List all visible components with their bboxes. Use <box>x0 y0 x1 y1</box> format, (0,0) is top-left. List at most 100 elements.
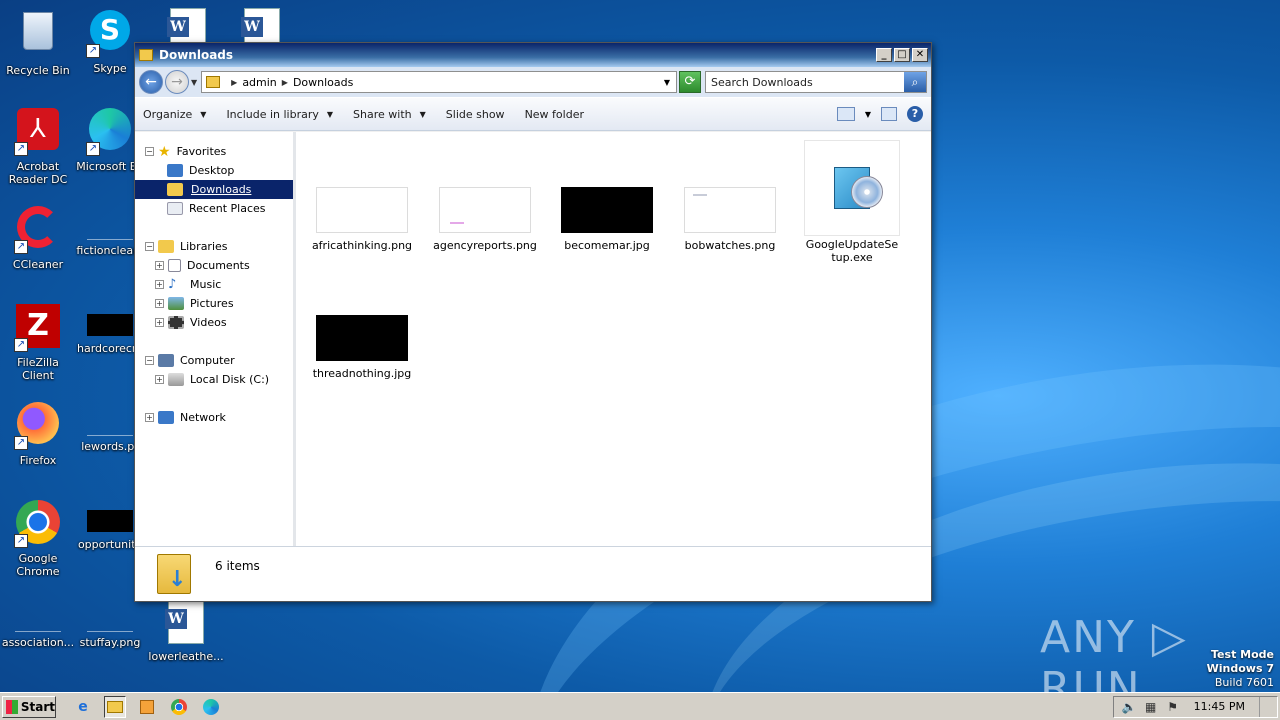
file-name: agencyreports.png <box>433 239 537 252</box>
image-thumbnail <box>87 608 133 632</box>
organize-menu[interactable]: Organize ▼ <box>143 108 206 121</box>
share-with-menu[interactable]: Share with ▼ <box>353 108 426 121</box>
nav-pictures[interactable]: + Pictures <box>135 294 293 313</box>
expand-icon[interactable]: + <box>155 375 164 384</box>
recent-pages-dropdown[interactable]: ▼ <box>191 78 197 87</box>
preview-pane-icon[interactable] <box>881 107 897 121</box>
action-center-flag-icon[interactable]: ⚑ <box>1166 700 1180 714</box>
help-icon[interactable]: ? <box>907 106 923 122</box>
details-pane: 6 items <box>135 546 931 601</box>
start-button[interactable]: Start <box>2 695 56 718</box>
show-desktop-button[interactable] <box>1259 696 1269 717</box>
file-item[interactable]: becomemar.jpg <box>551 187 663 252</box>
network-tray-icon[interactable]: ▦ <box>1144 700 1158 714</box>
libraries-icon <box>158 240 174 253</box>
volume-icon[interactable]: 🔈 <box>1122 700 1137 714</box>
view-dropdown-icon[interactable]: ▼ <box>865 110 871 119</box>
new-folder-button[interactable]: New folder <box>525 108 584 121</box>
collapse-icon[interactable]: − <box>145 356 154 365</box>
nav-recent-places[interactable]: Recent Places <box>135 199 293 218</box>
filezilla-icon: Z ↗ <box>14 304 62 352</box>
network-icon <box>158 411 174 424</box>
nav-computer[interactable]: − Computer <box>135 351 293 370</box>
image-thumbnail <box>684 187 776 233</box>
desktop-icon-filezilla[interactable]: Z ↗ FileZilla Client <box>0 302 76 382</box>
downloads-folder-icon <box>157 554 191 594</box>
file-item[interactable]: agencyreports.png <box>429 187 541 252</box>
include-in-library-menu[interactable]: Include in library ▼ <box>226 108 333 121</box>
search-icon[interactable]: ⌕ <box>904 72 926 92</box>
desktop-icon-firefox[interactable]: ↗ Firefox <box>0 400 76 467</box>
breadcrumb-admin[interactable]: admin <box>242 76 276 89</box>
file-name: becomemar.jpg <box>564 239 650 252</box>
file-name: GoogleUpdateSetup.exe <box>805 238 899 264</box>
minimize-button[interactable]: _ <box>876 48 892 62</box>
desktop-icon-ccleaner[interactable]: ↗ CCleaner <box>0 204 76 271</box>
chevron-down-icon: ▼ <box>200 109 207 119</box>
word-document-icon: W <box>165 600 204 644</box>
nav-music[interactable]: + ♪ Music <box>135 275 293 294</box>
expand-icon[interactable]: + <box>155 299 164 308</box>
chrome-taskbar-icon[interactable] <box>168 696 190 718</box>
nav-downloads[interactable]: Downloads <box>135 180 293 199</box>
expand-icon[interactable]: + <box>155 280 164 289</box>
desktop-icon-chrome[interactable]: ↗ Google Chrome <box>0 498 76 578</box>
collapse-icon[interactable]: − <box>145 147 154 156</box>
address-row: ← → ▼ ▶ admin ▶ Downloads ▼ ⟳ Search Dow… <box>135 67 931 97</box>
media-player-icon[interactable] <box>136 696 158 718</box>
file-item[interactable]: GoogleUpdateSetup.exe <box>796 140 908 264</box>
maximize-button[interactable]: □ <box>894 48 910 62</box>
nav-favorites[interactable]: − ★ Favorites <box>135 142 293 161</box>
forward-button[interactable]: → <box>165 70 189 94</box>
organize-label: Organize <box>143 107 193 121</box>
shortcut-arrow-icon: ↗ <box>14 240 28 254</box>
chevron-down-icon: ▼ <box>326 109 334 119</box>
expand-icon[interactable]: + <box>155 261 164 270</box>
desktop-icon-recycle-bin[interactable]: Recycle Bin <box>0 8 76 77</box>
title-bar[interactable]: Downloads _ □ ✕ <box>135 43 931 67</box>
file-item[interactable]: bobwatches.png <box>674 187 786 252</box>
clock[interactable]: 11:45 PM <box>1194 700 1245 713</box>
start-label: Start <box>20 699 55 714</box>
system-tray: 🔈 ▦ ⚑ 11:45 PM <box>1112 695 1278 718</box>
desktop-icon-stuffay[interactable]: stuffay.png <box>72 596 148 649</box>
desktop-icon-acrobat[interactable]: ⅄ ↗ Acrobat Reader DC <box>0 106 76 186</box>
nav-videos[interactable]: + Videos <box>135 313 293 332</box>
back-button[interactable]: ← <box>139 70 163 94</box>
chevron-down-icon: ▼ <box>419 109 426 119</box>
nav-documents[interactable]: + Documents <box>135 256 293 275</box>
change-view-icon[interactable] <box>836 107 855 121</box>
edge-taskbar-icon[interactable] <box>200 696 222 718</box>
refresh-button[interactable]: ⟳ <box>679 71 701 93</box>
close-button[interactable]: ✕ <box>912 48 928 62</box>
nav-local-disk[interactable]: + Local Disk (C:) <box>135 370 293 389</box>
desktop-icon-lowerleather[interactable]: W lowerleathe... <box>148 600 224 663</box>
file-list[interactable]: africathinking.png agencyreports.png bec… <box>296 132 931 546</box>
nav-network[interactable]: + Network <box>135 408 293 427</box>
collapse-icon[interactable]: − <box>145 242 154 251</box>
breadcrumb-arrow-icon[interactable]: ▶ <box>282 78 288 87</box>
nav-desktop[interactable]: Desktop <box>135 161 293 180</box>
address-dropdown-icon[interactable]: ▼ <box>664 78 670 87</box>
image-thumbnail <box>87 510 133 532</box>
breadcrumb-arrow-icon[interactable]: ▶ <box>231 78 237 87</box>
nav-libraries[interactable]: − Libraries <box>135 237 293 256</box>
explorer-taskbar-icon[interactable] <box>104 695 126 718</box>
expand-icon[interactable]: + <box>145 413 154 422</box>
slide-show-button[interactable]: Slide show <box>446 108 505 121</box>
desktop-icon-label: Firefox <box>19 454 57 467</box>
installer-icon <box>804 140 900 236</box>
internet-explorer-icon[interactable]: e <box>72 696 94 718</box>
file-item[interactable]: africathinking.png <box>306 187 418 252</box>
desktop-icon-association[interactable]: association... <box>0 596 76 649</box>
desktop-icon <box>167 164 183 177</box>
expand-icon[interactable]: + <box>155 318 164 327</box>
nav-label: Music <box>190 278 222 291</box>
explorer-window[interactable]: Downloads _ □ ✕ ← → ▼ ▶ admin ▶ Download… <box>134 42 932 602</box>
address-bar[interactable]: ▶ admin ▶ Downloads ▼ <box>201 71 677 93</box>
search-input[interactable]: Search Downloads ⌕ <box>705 71 927 93</box>
image-thumbnail <box>316 315 408 361</box>
navigation-pane[interactable]: − ★ Favorites Desktop Downloads Recent P… <box>135 132 296 546</box>
breadcrumb-downloads[interactable]: Downloads <box>293 76 353 89</box>
file-item[interactable]: threadnothing.jpg <box>306 315 418 380</box>
